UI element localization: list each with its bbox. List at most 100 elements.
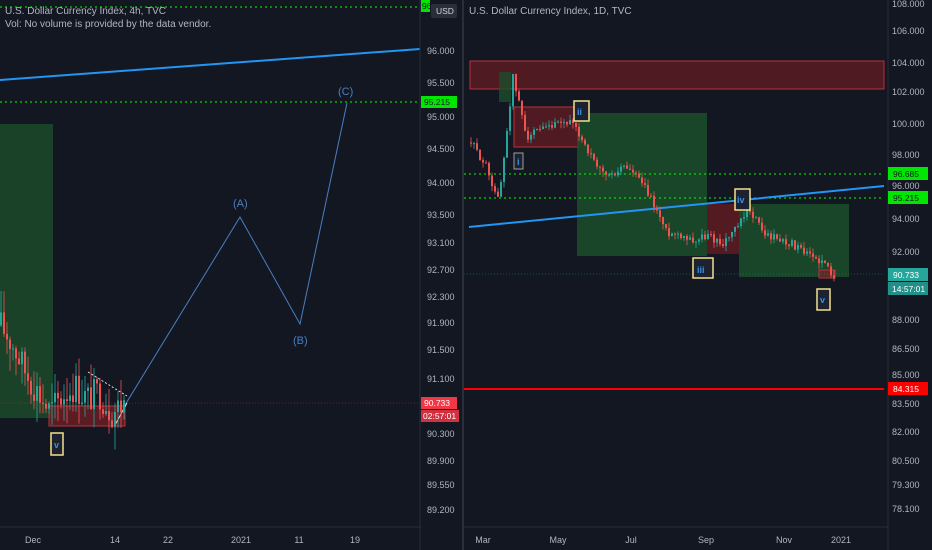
candle-body [39,386,41,403]
candle-body [476,143,478,150]
candle-body [800,245,802,248]
candle-body [75,375,77,403]
elliott-projection-path[interactable] [124,102,348,406]
candle-body [722,244,724,246]
time-tick: 14 [110,535,120,545]
candle-body [506,130,508,158]
candle-body [677,233,679,235]
candle-body [0,312,2,326]
candle-body [629,168,631,170]
candle-body [623,165,625,167]
candle-body [117,400,119,412]
candle-body [578,126,580,137]
candle-body [527,130,529,140]
candle-body [764,230,766,236]
candle-body [830,266,832,276]
candle-body [9,339,11,349]
candle-body [719,238,721,245]
time-tick: 22 [163,535,173,545]
candle-body [69,395,71,401]
price-tick: 91.500 [427,345,455,355]
candle-body [530,134,532,140]
left-chart-canvas[interactable]: (A) (B) (C) v 96.000 95.500 95.000 94.500 94… [0,0,462,550]
candle-body [821,260,823,264]
left-chart-panel[interactable]: (A) (B) (C) v 96.000 95.500 95.000 94.500 94… [0,0,462,550]
time-tick: Dec [25,535,42,545]
wave-count-iv: iv [737,195,745,205]
candle-body [90,387,92,410]
candle-body [54,392,56,403]
candle-body [773,234,775,240]
price-tick: 88.000 [892,315,920,325]
candle-body [797,245,799,250]
candle-body [776,234,778,239]
candle-body [707,234,709,240]
time-tick: 2021 [231,535,251,545]
wave-count-v-right: v [820,295,825,305]
candle-body [78,375,80,404]
candle-body [66,399,68,401]
candle-body [692,237,694,243]
candle-body [632,169,634,173]
candle-body [123,400,125,413]
candle-body [713,234,715,243]
price-tick: 91.100 [427,374,455,384]
candle-body [473,143,475,145]
candle-body [806,251,808,254]
candle-body [554,122,556,128]
candle-body [812,253,814,257]
support-tag-text: 84.315 [893,384,919,394]
candle-body [758,217,760,223]
candle-body [33,394,35,401]
candle-body [767,233,769,236]
candle-body [653,195,655,208]
price-tick: 92.000 [892,247,920,257]
time-tick: 11 [294,535,303,545]
wave-count-ii: ii [577,107,582,117]
candle-body [524,114,526,131]
candle-body [602,167,604,172]
candle-body [647,184,649,196]
price-tick-partial: 108.000 [892,0,925,9]
trendline[interactable] [0,48,421,81]
candle-body [500,182,502,197]
candle-body [563,122,565,124]
price-tick: 89.900 [427,456,455,466]
right-chart-panel[interactable]: i ii iii iv v 106.000 104.000 102.000 100.0… [464,0,932,550]
wave-label-b: (B) [293,335,308,347]
time-tick: Jul [625,535,637,545]
price-tick: 93.100 [427,238,455,248]
candle-body [833,275,835,279]
candle-body [740,218,742,227]
last-price-tag-text: 90.733 [424,398,450,408]
price-tick: 82.000 [892,427,920,437]
candle-body [725,238,727,246]
candle-body [809,251,811,254]
price-tick: 96.000 [427,46,455,56]
green-zone [0,124,53,418]
candle-body [42,402,44,404]
candle-body [509,106,511,131]
price-tick: 94.500 [427,144,455,154]
candle-body [794,240,796,250]
supply-zone [469,60,885,90]
candle-body [494,186,496,192]
countdown-tag-text: 02:57:01 [423,411,456,421]
price-tick: 89.550 [427,480,455,490]
price-tick: 83.500 [892,399,920,409]
candle-body [755,217,757,219]
candle-body [57,392,59,399]
left-legend-volume: Vol: No volume is provided by the data v… [5,19,212,30]
candle-body [617,171,619,176]
candle-body [650,195,652,197]
candle-body [683,236,685,239]
candle-body [15,348,17,359]
level-tag-low-text: 95.215 [893,193,919,203]
candle-body [815,256,817,259]
price-tick: 100.000 [892,119,925,129]
last-price-tag-right-text: 90.733 [893,270,919,280]
price-tick: 106.000 [892,26,925,36]
right-chart-canvas[interactable]: i ii iii iv v 106.000 104.000 102.000 100.0… [464,0,932,550]
candle-body [710,234,712,236]
candle-body [746,210,748,218]
